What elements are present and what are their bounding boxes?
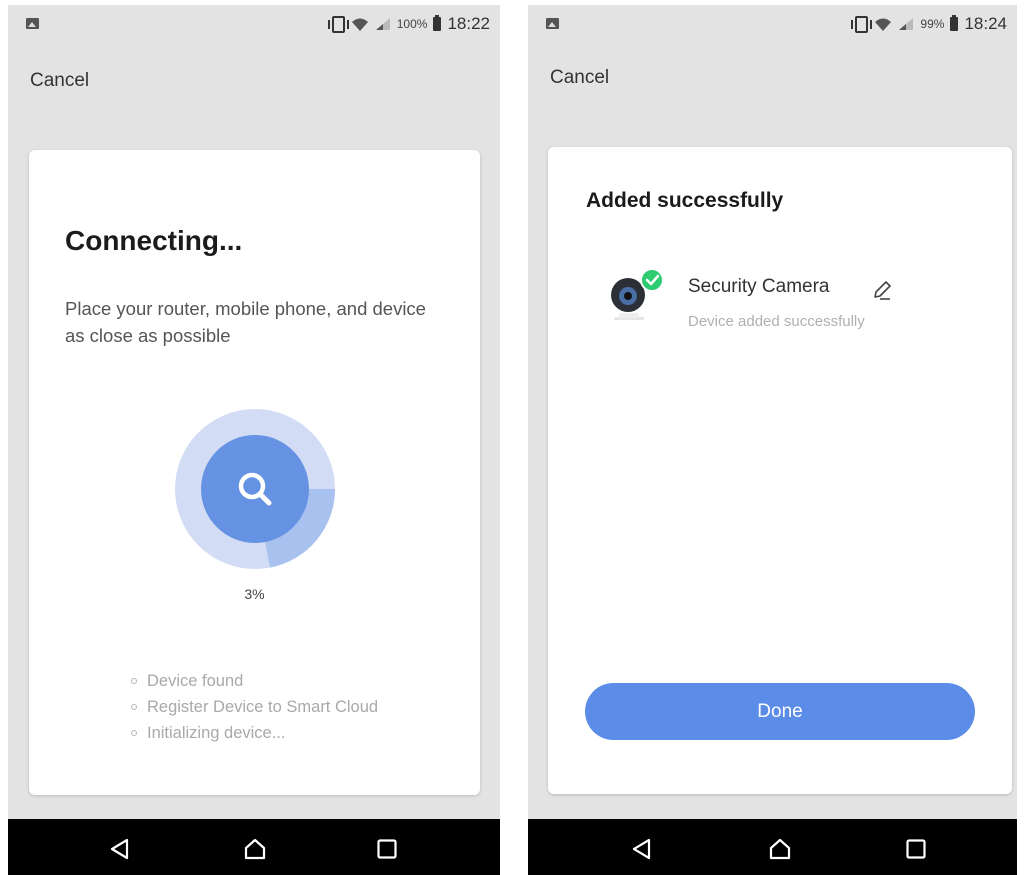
page-title: Connecting... [65,225,243,256]
battery-percentage: 100% [396,17,428,31]
success-card: Added successfully Security Camera Devic… [548,147,1012,794]
recents-icon[interactable] [904,837,928,861]
status-bar: 99% 18:24 [528,5,1017,45]
step-item: Initializing device... [129,720,378,746]
page-title: Added successfully [586,189,784,212]
device-name: Security Camera [688,276,830,297]
security-camera-icon [611,268,664,320]
wifi-icon [351,18,368,31]
gallery-notification-icon [546,18,559,29]
navigation-bar [8,819,500,875]
navigation-bar [528,819,1017,875]
progress-ring [175,409,335,569]
cancel-button[interactable]: Cancel [550,67,609,89]
status-indicators: 99% 18:24 [851,14,1007,34]
added-successfully-screen: 99% 18:24 Cancel Added successfully Secu… [528,5,1017,875]
pencil-icon[interactable] [871,279,893,301]
progress-percentage: 3% [244,586,265,602]
done-button[interactable]: Done [585,683,975,740]
battery-icon [950,15,959,31]
wifi-icon [875,18,892,31]
signal-icon [899,18,914,30]
battery-percentage: 99% [920,17,945,31]
vibrate-icon [327,15,349,33]
battery-icon [433,15,442,31]
back-icon[interactable] [630,837,654,861]
connecting-description: Place your router, mobile phone, and dev… [65,298,426,346]
status-indicators: 100% 18:22 [327,14,490,34]
gallery-notification-icon [26,18,39,29]
cancel-button[interactable]: Cancel [30,70,89,92]
vibrate-icon [851,15,873,33]
step-item: Register Device to Smart Cloud [129,694,378,720]
device-item: Security Camera Device added successfull… [606,265,986,345]
connection-steps: Device found Register Device to Smart Cl… [129,668,378,746]
progress-ring-center [201,435,309,543]
connecting-screen: 100% 18:22 Cancel Connecting... Place yo… [8,5,500,875]
connecting-card: Connecting... Place your router, mobile … [29,150,480,795]
home-icon[interactable] [243,837,267,861]
check-badge-icon [640,268,664,292]
clock: 18:22 [447,14,490,33]
recents-icon[interactable] [375,837,399,861]
signal-icon [375,18,390,30]
home-icon[interactable] [768,837,792,861]
device-status: Device added successfully [688,313,865,330]
step-item: Device found [129,668,378,694]
clock: 18:24 [964,14,1007,33]
back-icon[interactable] [108,837,132,861]
status-bar: 100% 18:22 [8,5,500,45]
